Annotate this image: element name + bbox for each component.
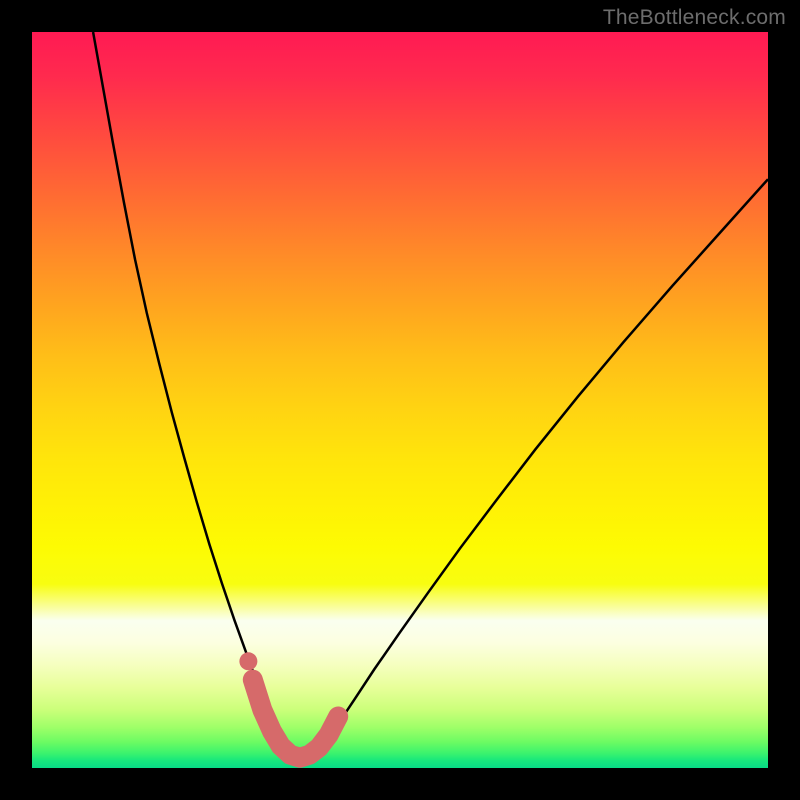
plot-area — [32, 32, 768, 768]
trough-marker-path — [253, 680, 338, 758]
bottleneck-curve-path — [93, 32, 768, 758]
trough-marker — [239, 652, 338, 757]
chart-svg — [32, 32, 768, 768]
chart-frame: TheBottleneck.com — [0, 0, 800, 800]
bottleneck-curve — [93, 32, 768, 758]
trough-marker-dot — [239, 652, 257, 670]
watermark-text: TheBottleneck.com — [603, 6, 786, 30]
